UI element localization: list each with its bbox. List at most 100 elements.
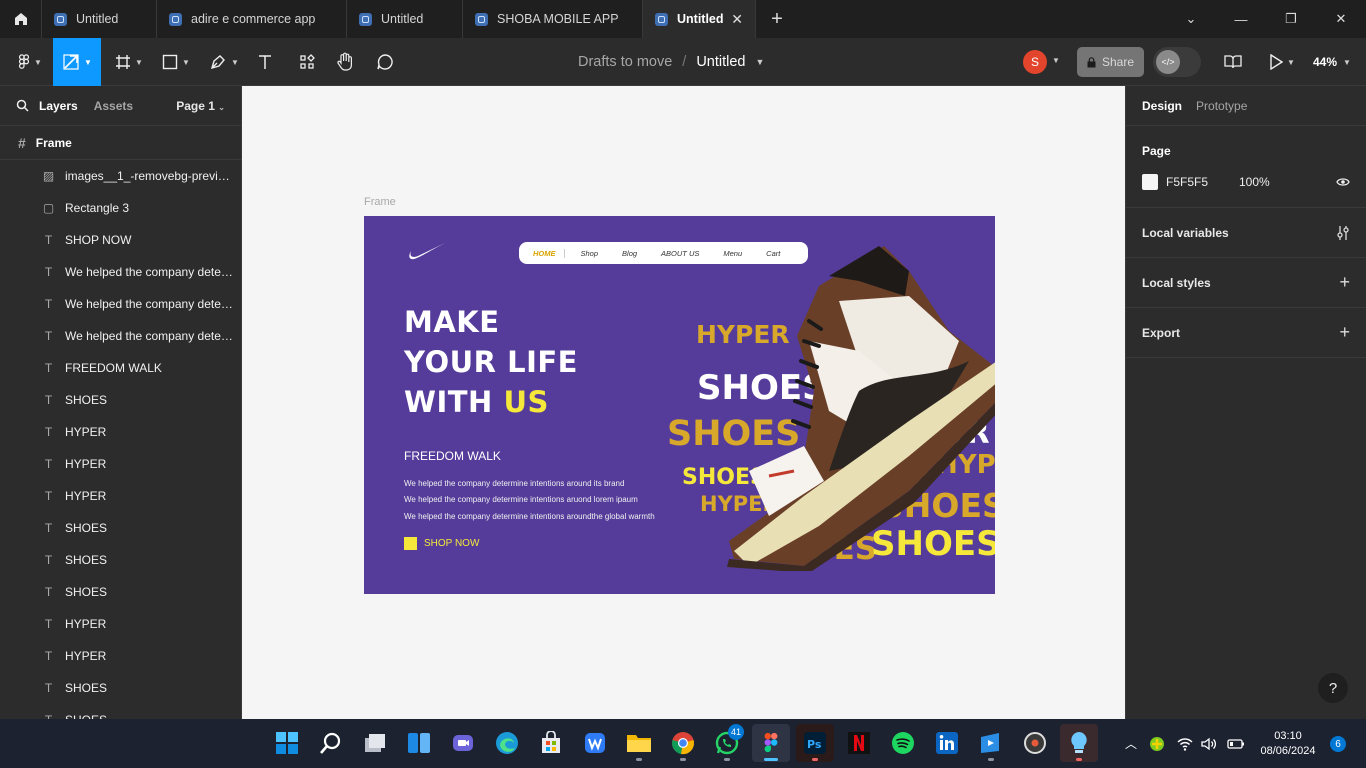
help-button[interactable]: ? [1318,673,1348,703]
home-button[interactable] [0,0,42,38]
shape-tool-button[interactable]: ▼ [155,38,197,86]
present-button[interactable]: ▼ [1262,38,1302,86]
linkedin-app[interactable] [928,724,966,762]
layer-row[interactable]: TSHOES [0,512,241,544]
security-shield-icon[interactable] [1149,736,1165,752]
system-clock[interactable]: 03:10 08/06/2024 [1258,729,1318,759]
share-button[interactable]: Share [1077,47,1144,77]
photoshop-app[interactable]: Ps [796,724,834,762]
layer-frame[interactable]: # Frame [0,126,241,160]
chrome-app[interactable] [664,724,702,762]
pen-tool-button[interactable]: ▼ [203,38,245,86]
frame-tool-button[interactable]: ▼ [108,38,150,86]
page-color-swatch[interactable] [1142,174,1158,190]
layer-row[interactable]: T HYPER [0,448,241,480]
avatar[interactable]: S [1023,50,1047,74]
layer-row[interactable]: T FREEDOM WALK [0,352,241,384]
nav-home[interactable]: HOME [533,248,565,258]
layer-row[interactable]: ▢ Rectangle 3 [0,192,241,224]
volume-icon[interactable] [1201,737,1217,751]
add-style-plus-icon[interactable]: + [1339,272,1350,293]
whatsapp-app[interactable]: 41 [708,724,746,762]
wps-office-app[interactable] [576,724,614,762]
library-button[interactable] [1218,38,1248,86]
hand-tool-button[interactable] [330,38,360,86]
page-selector[interactable]: Page 1 ⌄ [176,99,225,113]
page-opacity-value[interactable]: 100% [1239,175,1270,189]
tab-shoba-mobile-app[interactable]: SHOBA MOBILE APP [463,0,643,38]
media-player-app[interactable] [972,724,1010,762]
layer-row[interactable]: T HYPER [0,416,241,448]
tips-app[interactable] [1060,724,1098,762]
layer-row[interactable]: T SHOP NOW [0,224,241,256]
tab-design[interactable]: Design [1142,99,1182,113]
breadcrumb-file-name[interactable]: Untitled [696,54,745,70]
comment-tool-button[interactable] [370,38,400,86]
layer-row[interactable]: TSHOES [0,544,241,576]
store-app[interactable] [532,724,570,762]
frame-label[interactable]: Frame [364,196,396,208]
layer-row[interactable]: TSHOES [0,384,241,416]
resources-tool-button[interactable] [292,38,322,86]
breadcrumb-project[interactable]: Drafts to move [578,54,672,70]
edge-app[interactable] [488,724,526,762]
widgets-button[interactable] [400,724,438,762]
shop-now-cta[interactable]: SHOP NOW [404,537,479,550]
wifi-icon[interactable] [1177,737,1193,751]
zoom-control[interactable]: 44% ▼ [1313,38,1351,86]
search-icon[interactable] [16,99,29,112]
layer-row[interactable]: T We helped the company determine intenti… [0,256,241,288]
tab-untitled-2[interactable]: Untitled [347,0,463,38]
page-color-row[interactable]: F5F5F5 100% [1142,174,1350,190]
minimize-button[interactable]: — [1216,0,1266,38]
page-color-value[interactable]: F5F5F5 [1166,175,1239,189]
layer-row[interactable]: T HYPER [0,640,241,672]
nav-blog[interactable]: Blog [622,249,637,258]
taskbar-search[interactable] [312,724,350,762]
tab-list-chevron-icon[interactable]: ⌄ [1166,0,1216,38]
tab-adire-e-commerce-app[interactable]: adire e commerce app [157,0,347,38]
figma-app[interactable] [752,724,790,762]
restore-button[interactable]: ❐ [1266,0,1316,38]
layer-row[interactable]: TSHOES [0,672,241,704]
nav-shop[interactable]: Shop [581,249,599,258]
nav-about-us[interactable]: ABOUT US [661,249,699,258]
move-tool-button[interactable]: ▼ [53,38,101,86]
design-frame[interactable]: HOME Shop Blog ABOUT US Menu Cart MAKE Y… [364,216,995,594]
notification-badge[interactable]: 6 [1330,736,1346,752]
layer-row[interactable]: ▨ images__1_-removebg-preview [0,160,241,192]
chevron-down-icon[interactable]: ▼ [1052,56,1060,65]
layer-row[interactable]: T HYPER [0,480,241,512]
tab-untitled-1[interactable]: Untitled [42,0,157,38]
layer-row[interactable]: T HYPER [0,608,241,640]
main-menu-button[interactable]: ▼ [8,38,52,86]
start-button[interactable] [268,724,306,762]
dev-mode-toggle[interactable]: </> [1153,47,1201,77]
layer-row[interactable]: TSHOES [0,704,241,719]
layer-row[interactable]: TSHOES [0,576,241,608]
eye-icon[interactable] [1336,177,1350,187]
layer-row[interactable]: T We helped the company determine intenti… [0,320,241,352]
tab-assets[interactable]: Assets [94,99,133,113]
frame-tool-icon [116,55,131,69]
netflix-app[interactable] [840,724,878,762]
spotify-app[interactable] [884,724,922,762]
meet-app[interactable] [444,724,482,762]
canvas[interactable]: Frame HOME Shop Blog ABOUT US Menu Cart … [242,86,1125,719]
music-app[interactable] [1016,724,1054,762]
new-tab-button[interactable]: + [756,0,798,38]
tab-untitled-active[interactable]: Untitled ✕ [643,0,756,38]
task-view-button[interactable] [356,724,394,762]
tab-prototype[interactable]: Prototype [1196,99,1247,113]
tab-layers[interactable]: Layers [39,99,78,113]
chevron-up-icon[interactable]: ︿ [1125,735,1141,752]
file-explorer-app[interactable] [620,724,658,762]
close-tab-icon[interactable]: ✕ [731,11,743,28]
chevron-down-icon[interactable]: ▼ [755,57,764,67]
variables-settings-icon[interactable] [1336,225,1350,241]
layer-row[interactable]: T We helped the company determine intenti… [0,288,241,320]
add-export-plus-icon[interactable]: + [1339,322,1350,343]
battery-icon[interactable] [1227,738,1245,750]
text-tool-button[interactable] [250,38,280,86]
close-window-button[interactable]: ✕ [1316,0,1366,38]
